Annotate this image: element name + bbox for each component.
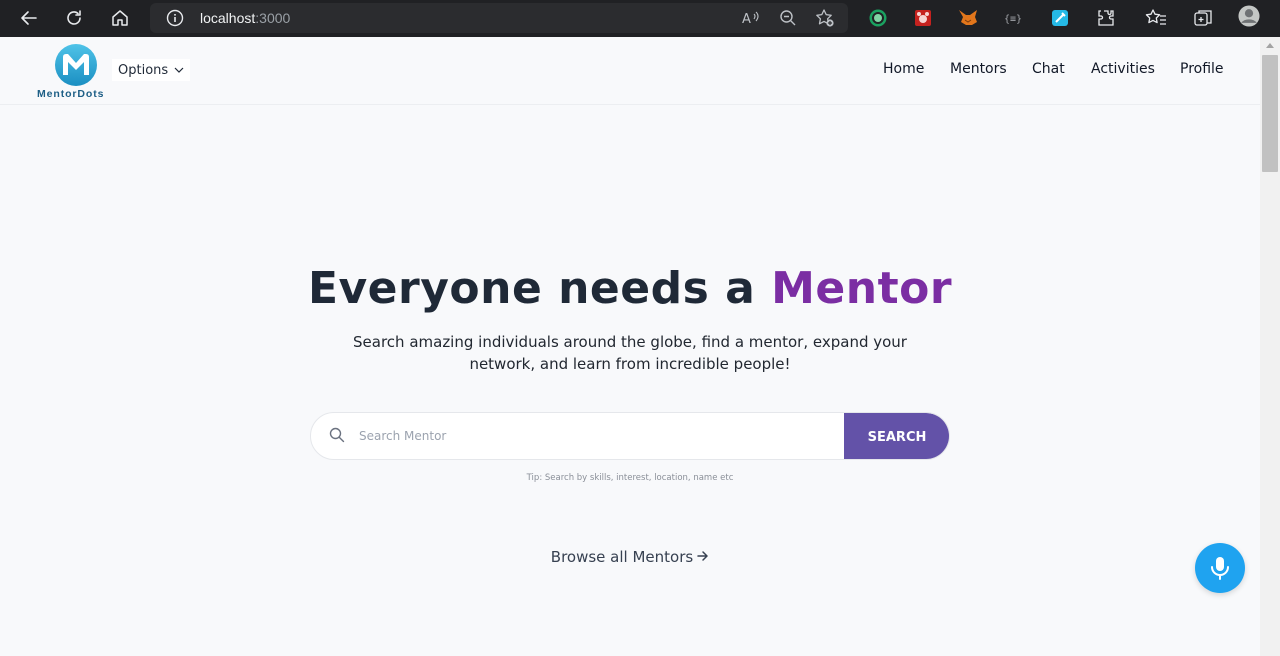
extension-2-icon[interactable] [912, 7, 934, 29]
url-text[interactable]: localhost:3000 [200, 10, 290, 26]
nav-activities[interactable]: Activities [1091, 61, 1155, 77]
read-aloud-icon[interactable]: A [740, 8, 762, 28]
microphone-icon [1211, 557, 1229, 580]
reload-icon[interactable] [61, 6, 87, 30]
options-dropdown[interactable]: Options [112, 59, 191, 81]
chevron-down-icon [174, 67, 184, 73]
browse-all-mentors-link[interactable]: Browse all Mentors [0, 548, 1260, 566]
browser-toolbar: localhost:3000 A {≡} [0, 0, 1280, 37]
page: MentorDots Options Home Mentors Chat Act… [0, 37, 1260, 656]
favorite-add-icon[interactable] [814, 8, 836, 28]
nav-mentors[interactable]: Mentors [950, 61, 1007, 77]
arrow-right-icon [697, 548, 709, 566]
site-logo[interactable]: MentorDots [36, 43, 116, 101]
nav-home[interactable]: Home [883, 61, 924, 77]
search-bar: SEARCH [310, 412, 950, 460]
zoom-icon[interactable] [777, 8, 799, 28]
nav-profile[interactable]: Profile [1180, 61, 1224, 77]
logo-mark-icon [55, 44, 97, 86]
info-icon[interactable] [166, 9, 184, 31]
collections-icon[interactable] [1192, 7, 1214, 29]
site-header: MentorDots Options Home Mentors Chat Act… [0, 37, 1260, 105]
hero-title-accent: Mentor [771, 263, 953, 314]
metamask-icon[interactable] [957, 7, 979, 29]
address-bar[interactable]: localhost:3000 A [150, 3, 848, 33]
svg-text:{≡}: {≡} [1004, 14, 1022, 25]
nav-chat[interactable]: Chat [1032, 61, 1065, 77]
home-icon[interactable] [107, 6, 133, 30]
search-tip: Tip: Search by skills, interest, locatio… [526, 473, 734, 483]
svg-text:A: A [742, 12, 751, 26]
extension-5-icon[interactable] [1049, 7, 1071, 29]
extension-1-icon[interactable] [867, 7, 889, 29]
page-scrollbar[interactable] [1260, 37, 1280, 656]
search-icon [329, 427, 345, 447]
back-icon[interactable] [16, 6, 42, 30]
hero-title: Everyone needs a Mentor [307, 263, 953, 314]
profile-avatar-icon[interactable] [1238, 5, 1260, 27]
favorites-icon[interactable] [1145, 7, 1167, 29]
logo-text: MentorDots [37, 88, 105, 100]
search-button[interactable]: SEARCH [844, 413, 949, 459]
scrollbar-thumb[interactable] [1262, 55, 1278, 172]
extension-4-icon[interactable]: {≡} [1003, 7, 1025, 29]
voice-search-button[interactable] [1195, 543, 1245, 593]
scroll-up-icon[interactable] [1266, 43, 1274, 48]
extensions-icon[interactable] [1095, 7, 1117, 29]
search-input[interactable] [359, 423, 829, 449]
hero-subtitle: Search amazing individuals around the gl… [353, 333, 907, 373]
options-label: Options [118, 62, 169, 78]
